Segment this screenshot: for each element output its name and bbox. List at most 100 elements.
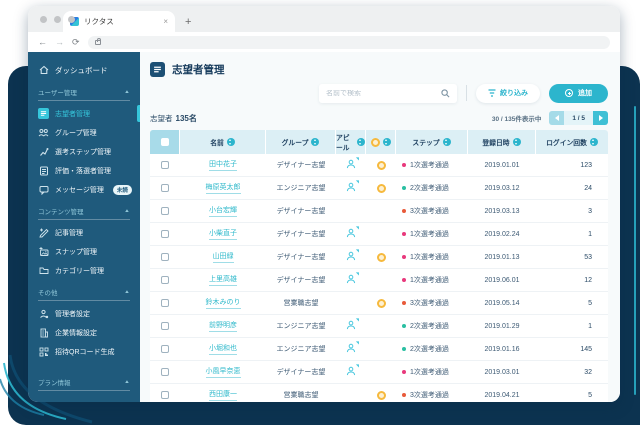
applicant-name-link[interactable]: 小風早奈恵	[205, 366, 241, 378]
row-checkbox-cell	[150, 292, 180, 314]
row-checkbox[interactable]	[161, 184, 169, 192]
window-minimize-button[interactable]	[54, 16, 61, 23]
column-header-group[interactable]: グループ	[266, 130, 336, 154]
step-status-dot	[402, 393, 406, 397]
appeal-person-icon[interactable]	[346, 156, 359, 171]
address-field[interactable]	[87, 35, 610, 49]
browser-tab[interactable]: リクタス ×	[63, 11, 175, 32]
row-checkbox[interactable]	[161, 276, 169, 284]
window-zoom-button[interactable]	[68, 16, 75, 23]
applicant-name-link[interactable]: 田中花子	[209, 159, 237, 171]
tab-title: リクタス	[84, 17, 114, 26]
pickup-cell	[366, 315, 396, 337]
column-header-name[interactable]: 名前	[180, 130, 266, 154]
row-checkbox[interactable]	[161, 161, 169, 169]
applicant-name-link[interactable]: 小堀和也	[209, 343, 237, 355]
select-all-checkbox[interactable]	[160, 138, 169, 146]
row-checkbox-cell	[150, 200, 180, 222]
sort-icon[interactable]	[311, 138, 320, 146]
sidebar-item-dashboard[interactable]: ダッシュボード	[28, 60, 140, 80]
select-all-checkbox-cell[interactable]	[150, 130, 180, 154]
appeal-person-icon[interactable]	[346, 271, 359, 286]
row-checkbox-cell	[150, 177, 180, 199]
applicant-name-link[interactable]: 山田緑	[212, 251, 234, 263]
group-cell: デザイナー志望	[276, 369, 326, 376]
filter-icon	[488, 89, 496, 97]
next-page-button[interactable]	[593, 111, 608, 125]
showing-count: 30 / 135件表示中	[491, 116, 542, 123]
appeal-person-icon[interactable]	[346, 340, 359, 355]
row-checkbox[interactable]	[161, 230, 169, 238]
add-button[interactable]: 追加	[549, 83, 608, 103]
forward-icon[interactable]: →	[55, 37, 64, 47]
login-count-cell: 3	[588, 207, 592, 215]
sidebar-item-admin-settings[interactable]: 管理者設定	[28, 304, 140, 323]
sidebar-item-groups[interactable]: グループ管理	[28, 123, 140, 142]
applicant-name-link[interactable]: 梅原英太郎	[205, 182, 241, 194]
table-row: 梅原英太郎 エンジニア志望 2次選考通過 2019.03.12 24	[150, 177, 608, 200]
search-input[interactable]	[326, 89, 436, 97]
column-header-logins[interactable]: ログイン回数	[536, 130, 608, 154]
row-checkbox[interactable]	[161, 299, 169, 307]
sort-icon[interactable]	[226, 138, 235, 146]
step-label: 2次選考通過	[410, 346, 449, 353]
tab-close-icon[interactable]: ×	[163, 17, 168, 26]
sort-icon[interactable]	[512, 138, 521, 146]
window-close-button[interactable]	[40, 16, 47, 23]
row-checkbox[interactable]	[161, 322, 169, 330]
back-icon[interactable]: ←	[38, 37, 47, 47]
sort-icon[interactable]	[589, 138, 598, 146]
sidebar-item-qr-code[interactable]: 招待QRコード生成	[28, 342, 140, 361]
row-checkbox[interactable]	[161, 207, 169, 215]
sidebar-item-evaluation[interactable]: 評価・落選者管理	[28, 161, 140, 180]
sort-icon[interactable]	[442, 138, 451, 146]
registered-date-cell: 2019.03.13	[484, 207, 520, 215]
row-checkbox[interactable]	[161, 391, 169, 399]
row-checkbox-cell	[150, 338, 180, 360]
applicant-name-link[interactable]: 西田康一	[209, 389, 237, 401]
sort-icon[interactable]	[357, 138, 365, 146]
row-checkbox[interactable]	[161, 345, 169, 353]
appeal-person-icon[interactable]	[346, 179, 359, 194]
column-header-appeal[interactable]: アピール	[336, 130, 366, 154]
table-row: 鈴木みのり 営業職志望 3次選考通過 2019.05.14 5	[150, 292, 608, 315]
applicant-name-link[interactable]: 小柴直子	[209, 228, 237, 240]
table-row: 西田康一 営業職志望 3次選考通過 2019.04.21 5	[150, 384, 608, 402]
sidebar-item-company-settings[interactable]: 企業情報設定	[28, 323, 140, 342]
row-checkbox[interactable]	[161, 368, 169, 376]
filter-button[interactable]: 絞り込み	[476, 83, 540, 103]
search-box[interactable]	[319, 83, 457, 103]
column-header-pickup[interactable]	[366, 130, 396, 154]
pickup-icon	[376, 390, 386, 400]
applicant-name-link[interactable]: 上里高雄	[209, 274, 237, 286]
sidebar-section-plan[interactable]: プラン情報 ▲	[38, 377, 130, 391]
previous-page-button[interactable]	[549, 111, 565, 125]
row-checkbox[interactable]	[161, 253, 169, 261]
table-row: 田中花子 デザイナー志望 1次選考通過 2019.01.01 123	[150, 154, 608, 177]
appeal-person-icon[interactable]	[346, 248, 359, 263]
sort-icon[interactable]	[382, 138, 391, 146]
column-header-step[interactable]: ステップ	[396, 130, 468, 154]
appeal-person-icon[interactable]	[346, 225, 359, 240]
sidebar-section-content[interactable]: コンテンツ管理 ▲	[38, 206, 130, 220]
sidebar-item-categories[interactable]: カテゴリー管理	[28, 261, 140, 280]
sidebar-item-articles[interactable]: 記事管理	[28, 223, 140, 242]
sidebar-section-other[interactable]: その他 ▲	[38, 287, 130, 301]
window-controls[interactable]	[40, 16, 75, 23]
sidebar-item-applicants[interactable]: 志望者管理	[28, 104, 140, 123]
applicant-name-link[interactable]: 鈴木みのり	[205, 297, 241, 309]
sidebar-item-steps[interactable]: 選考ステップ管理	[28, 142, 140, 161]
sidebar-item-messages[interactable]: メッセージ管理 未読	[28, 180, 140, 199]
column-header-registered[interactable]: 登録日時	[468, 130, 536, 154]
appeal-person-icon[interactable]	[346, 317, 359, 332]
registered-date-cell: 2019.01.16	[484, 345, 520, 353]
reload-icon[interactable]: ⟳	[72, 37, 80, 47]
applicant-name-link[interactable]: 前野明彦	[209, 320, 237, 332]
appeal-person-icon[interactable]	[346, 363, 359, 378]
sidebar-item-snaps[interactable]: スナップ管理	[28, 242, 140, 261]
appeal-cell	[336, 246, 366, 268]
applicant-name-cell: 前野明彦	[180, 315, 266, 337]
new-tab-button[interactable]: +	[185, 16, 191, 28]
sidebar-section-user[interactable]: ユーザー管理 ▲	[38, 87, 130, 101]
applicant-name-link[interactable]: 小台宏輝	[209, 205, 237, 217]
